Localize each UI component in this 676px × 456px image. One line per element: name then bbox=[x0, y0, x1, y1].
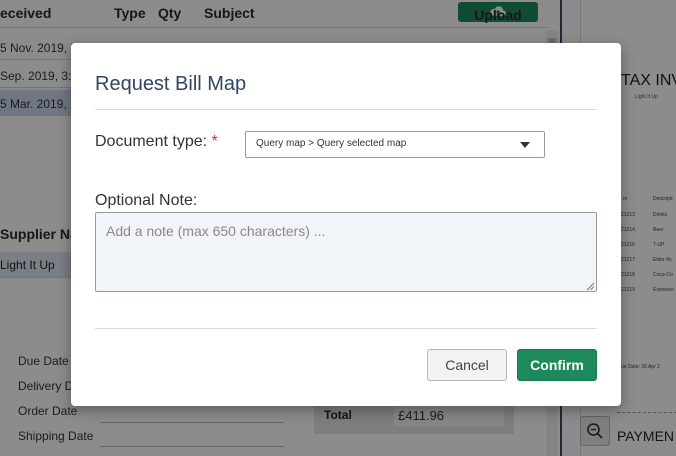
chevron-down-icon bbox=[520, 142, 530, 148]
document-type-select[interactable]: Query map > Query selected map bbox=[245, 131, 545, 158]
resize-grip-icon[interactable] bbox=[585, 281, 595, 291]
request-bill-map-dialog: Request Bill Map Document type: * Query … bbox=[71, 43, 621, 406]
header-divider bbox=[95, 109, 597, 110]
dialog-title: Request Bill Map bbox=[95, 73, 247, 95]
footer-divider bbox=[95, 328, 597, 329]
document-type-value: Query map > Query selected map bbox=[256, 138, 407, 149]
optional-note-label: Optional Note: bbox=[95, 192, 198, 209]
optional-note-input[interactable] bbox=[95, 212, 597, 292]
confirm-button[interactable]: Confirm bbox=[517, 349, 597, 381]
document-type-label: Document type: * bbox=[95, 133, 218, 150]
required-marker: * bbox=[211, 133, 218, 150]
cancel-button[interactable]: Cancel bbox=[427, 349, 507, 381]
